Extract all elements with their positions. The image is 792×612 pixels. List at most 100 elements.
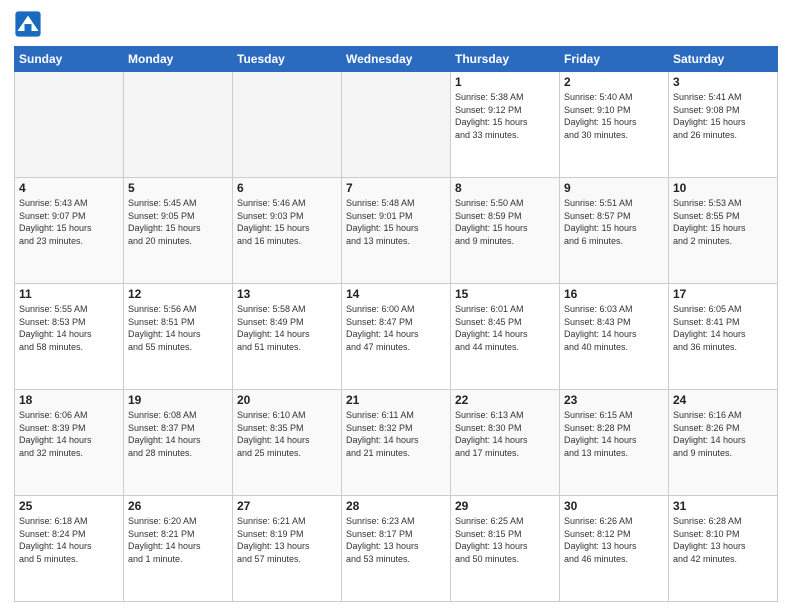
- day-number: 10: [673, 181, 773, 195]
- day-number: 3: [673, 75, 773, 89]
- day-info: Sunrise: 5:58 AM Sunset: 8:49 PM Dayligh…: [237, 303, 337, 353]
- day-number: 11: [19, 287, 119, 301]
- calendar-week-row: 11 Sunrise: 5:55 AM Sunset: 8:53 PM Dayli…: [15, 284, 778, 390]
- day-info: Sunrise: 5:48 AM Sunset: 9:01 PM Dayligh…: [346, 197, 446, 247]
- calendar-table: SundayMondayTuesdayWednesdayThursdayFrid…: [14, 46, 778, 602]
- calendar-week-row: 18 Sunrise: 6:06 AM Sunset: 8:39 PM Dayli…: [15, 390, 778, 496]
- day-info: Sunrise: 5:40 AM Sunset: 9:10 PM Dayligh…: [564, 91, 664, 141]
- day-info: Sunrise: 6:25 AM Sunset: 8:15 PM Dayligh…: [455, 515, 555, 565]
- day-info: Sunrise: 6:08 AM Sunset: 8:37 PM Dayligh…: [128, 409, 228, 459]
- day-number: 22: [455, 393, 555, 407]
- calendar-cell: [342, 72, 451, 178]
- day-info: Sunrise: 5:50 AM Sunset: 8:59 PM Dayligh…: [455, 197, 555, 247]
- calendar-cell: 25 Sunrise: 6:18 AM Sunset: 8:24 PM Dayli…: [15, 496, 124, 602]
- day-number: 14: [346, 287, 446, 301]
- calendar-cell: 22 Sunrise: 6:13 AM Sunset: 8:30 PM Dayli…: [451, 390, 560, 496]
- day-info: Sunrise: 6:13 AM Sunset: 8:30 PM Dayligh…: [455, 409, 555, 459]
- calendar-cell: 2 Sunrise: 5:40 AM Sunset: 9:10 PM Daylig…: [560, 72, 669, 178]
- calendar-cell: 13Sunrise: 5:58 AM Sunset: 8:49 PM Dayli…: [233, 284, 342, 390]
- day-info: Sunrise: 6:03 AM Sunset: 8:43 PM Dayligh…: [564, 303, 664, 353]
- calendar-cell: 28 Sunrise: 6:23 AM Sunset: 8:17 PM Dayli…: [342, 496, 451, 602]
- day-number: 8: [455, 181, 555, 195]
- day-info: Sunrise: 6:26 AM Sunset: 8:12 PM Dayligh…: [564, 515, 664, 565]
- day-number: 1: [455, 75, 555, 89]
- day-info: Sunrise: 5:45 AM Sunset: 9:05 PM Dayligh…: [128, 197, 228, 247]
- weekday-header: Wednesday: [342, 47, 451, 72]
- calendar-cell: 18 Sunrise: 6:06 AM Sunset: 8:39 PM Dayli…: [15, 390, 124, 496]
- day-info: Sunrise: 5:53 AM Sunset: 8:55 PM Dayligh…: [673, 197, 773, 247]
- calendar-cell: 5 Sunrise: 5:45 AM Sunset: 9:05 PM Daylig…: [124, 178, 233, 284]
- weekday-header: Monday: [124, 47, 233, 72]
- day-number: 15: [455, 287, 555, 301]
- day-number: 28: [346, 499, 446, 513]
- calendar-cell: 24Sunrise: 6:16 AM Sunset: 8:26 PM Dayli…: [669, 390, 778, 496]
- day-info: Sunrise: 5:55 AM Sunset: 8:53 PM Dayligh…: [19, 303, 119, 353]
- calendar-cell: 1 Sunrise: 5:38 AM Sunset: 9:12 PM Daylig…: [451, 72, 560, 178]
- day-info: Sunrise: 5:56 AM Sunset: 8:51 PM Dayligh…: [128, 303, 228, 353]
- calendar-week-row: 1 Sunrise: 5:38 AM Sunset: 9:12 PM Daylig…: [15, 72, 778, 178]
- calendar-cell: [233, 72, 342, 178]
- calendar-cell: 21 Sunrise: 6:11 AM Sunset: 8:32 PM Dayli…: [342, 390, 451, 496]
- day-info: Sunrise: 5:46 AM Sunset: 9:03 PM Dayligh…: [237, 197, 337, 247]
- calendar-cell: 19 Sunrise: 6:08 AM Sunset: 8:37 PM Dayli…: [124, 390, 233, 496]
- day-info: Sunrise: 6:00 AM Sunset: 8:47 PM Dayligh…: [346, 303, 446, 353]
- calendar-cell: 3 Sunrise: 5:41 AM Sunset: 9:08 PM Daylig…: [669, 72, 778, 178]
- calendar-week-row: 25 Sunrise: 6:18 AM Sunset: 8:24 PM Dayli…: [15, 496, 778, 602]
- day-number: 4: [19, 181, 119, 195]
- day-info: Sunrise: 6:23 AM Sunset: 8:17 PM Dayligh…: [346, 515, 446, 565]
- calendar-cell: 9 Sunrise: 5:51 AM Sunset: 8:57 PM Daylig…: [560, 178, 669, 284]
- day-number: 12: [128, 287, 228, 301]
- day-info: Sunrise: 6:06 AM Sunset: 8:39 PM Dayligh…: [19, 409, 119, 459]
- day-info: Sunrise: 6:11 AM Sunset: 8:32 PM Dayligh…: [346, 409, 446, 459]
- day-info: Sunrise: 5:43 AM Sunset: 9:07 PM Dayligh…: [19, 197, 119, 247]
- day-number: 31: [673, 499, 773, 513]
- page: SundayMondayTuesdayWednesdayThursdayFrid…: [0, 0, 792, 612]
- calendar-cell: 31 Sunrise: 6:28 AM Sunset: 8:10 PM Dayli…: [669, 496, 778, 602]
- weekday-header: Sunday: [15, 47, 124, 72]
- calendar-cell: [15, 72, 124, 178]
- weekday-header: Thursday: [451, 47, 560, 72]
- logo-icon: [14, 10, 42, 38]
- day-number: 26: [128, 499, 228, 513]
- day-info: Sunrise: 6:18 AM Sunset: 8:24 PM Dayligh…: [19, 515, 119, 565]
- weekday-header: Tuesday: [233, 47, 342, 72]
- day-number: 21: [346, 393, 446, 407]
- calendar-cell: 11 Sunrise: 5:55 AM Sunset: 8:53 PM Dayli…: [15, 284, 124, 390]
- header: [14, 10, 778, 38]
- calendar-cell: 16 Sunrise: 6:03 AM Sunset: 8:43 PM Dayli…: [560, 284, 669, 390]
- day-info: Sunrise: 6:05 AM Sunset: 8:41 PM Dayligh…: [673, 303, 773, 353]
- day-info: Sunrise: 6:28 AM Sunset: 8:10 PM Dayligh…: [673, 515, 773, 565]
- calendar-cell: 17Sunrise: 6:05 AM Sunset: 8:41 PM Dayli…: [669, 284, 778, 390]
- calendar-cell: 15 Sunrise: 6:01 AM Sunset: 8:45 PM Dayli…: [451, 284, 560, 390]
- calendar-cell: 12 Sunrise: 5:56 AM Sunset: 8:51 PM Dayli…: [124, 284, 233, 390]
- day-number: 19: [128, 393, 228, 407]
- calendar-cell: 27Sunrise: 6:21 AM Sunset: 8:19 PM Dayli…: [233, 496, 342, 602]
- calendar-cell: 7 Sunrise: 5:48 AM Sunset: 9:01 PM Daylig…: [342, 178, 451, 284]
- day-number: 24: [673, 393, 773, 407]
- calendar-cell: 20 Sunrise: 6:10 AM Sunset: 8:35 PM Dayli…: [233, 390, 342, 496]
- day-info: Sunrise: 5:38 AM Sunset: 9:12 PM Dayligh…: [455, 91, 555, 141]
- day-number: 18: [19, 393, 119, 407]
- calendar-cell: 4 Sunrise: 5:43 AM Sunset: 9:07 PM Daylig…: [15, 178, 124, 284]
- day-number: 25: [19, 499, 119, 513]
- day-info: Sunrise: 5:51 AM Sunset: 8:57 PM Dayligh…: [564, 197, 664, 247]
- day-number: 7: [346, 181, 446, 195]
- calendar-cell: [124, 72, 233, 178]
- weekday-header: Saturday: [669, 47, 778, 72]
- day-number: 16: [564, 287, 664, 301]
- day-number: 6: [237, 181, 337, 195]
- calendar-cell: 10 Sunrise: 5:53 AM Sunset: 8:55 PM Dayli…: [669, 178, 778, 284]
- day-info: Sunrise: 6:01 AM Sunset: 8:45 PM Dayligh…: [455, 303, 555, 353]
- day-number: 23: [564, 393, 664, 407]
- day-number: 30: [564, 499, 664, 513]
- day-info: Sunrise: 6:21 AM Sunset: 8:19 PM Dayligh…: [237, 515, 337, 565]
- day-info: Sunrise: 6:10 AM Sunset: 8:35 PM Dayligh…: [237, 409, 337, 459]
- day-number: 5: [128, 181, 228, 195]
- day-number: 9: [564, 181, 664, 195]
- day-number: 2: [564, 75, 664, 89]
- weekday-header: Friday: [560, 47, 669, 72]
- day-number: 20: [237, 393, 337, 407]
- day-info: Sunrise: 5:41 AM Sunset: 9:08 PM Dayligh…: [673, 91, 773, 141]
- calendar-cell: 6 Sunrise: 5:46 AM Sunset: 9:03 PM Daylig…: [233, 178, 342, 284]
- calendar-cell: 30 Sunrise: 6:26 AM Sunset: 8:12 PM Dayli…: [560, 496, 669, 602]
